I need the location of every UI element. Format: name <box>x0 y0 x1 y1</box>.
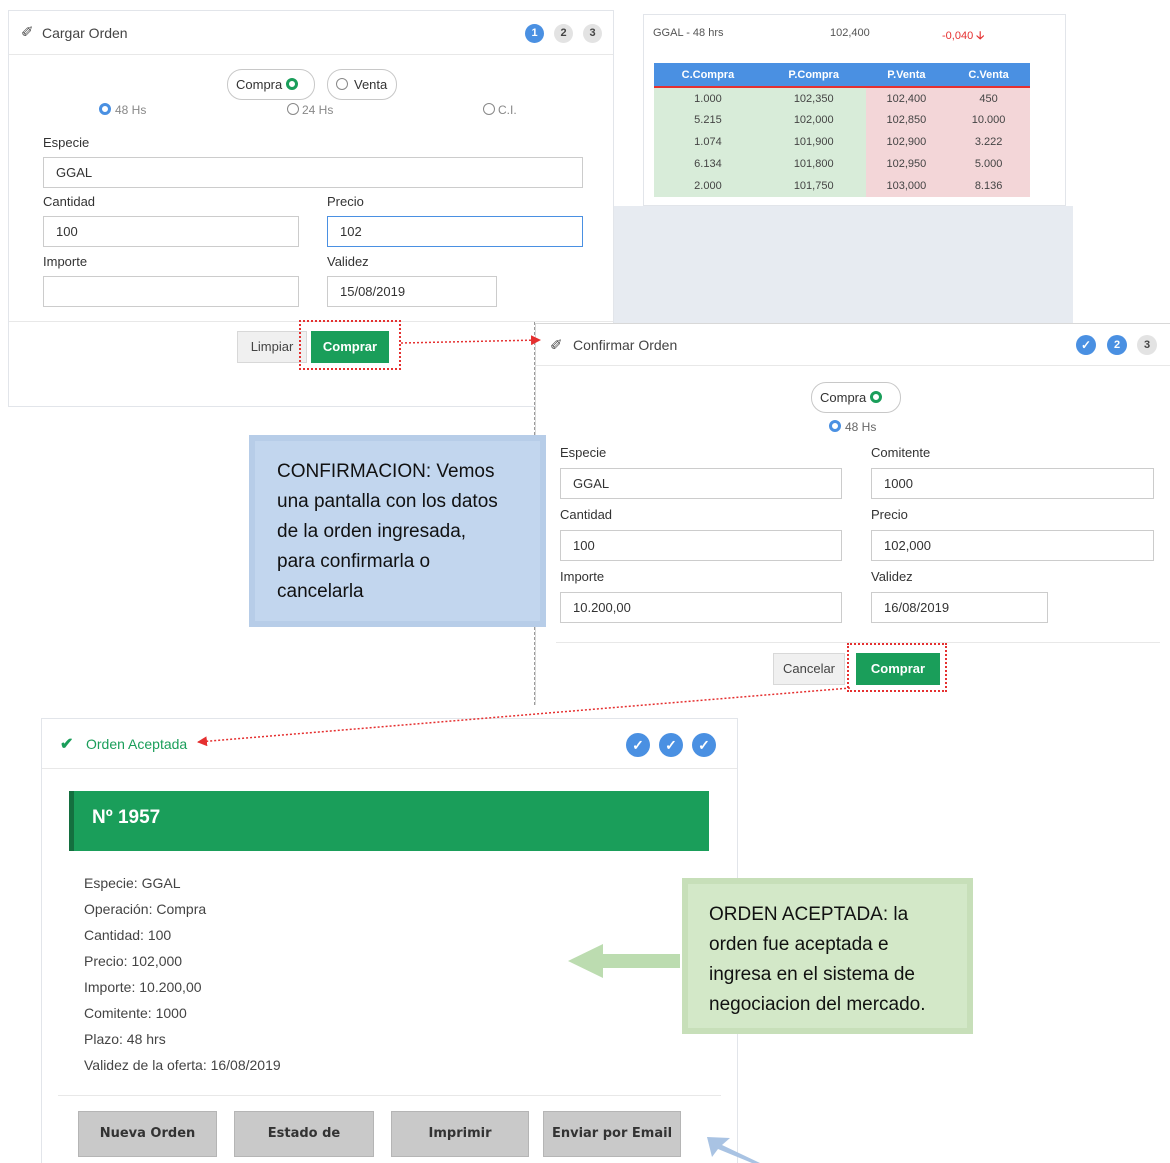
green-arrow-icon <box>568 944 680 978</box>
arrow-to-confirm <box>400 335 541 346</box>
blue-arrow-icon <box>707 1137 760 1163</box>
annotation-arrows <box>197 335 851 1163</box>
arrow-to-aceptada <box>197 687 851 747</box>
